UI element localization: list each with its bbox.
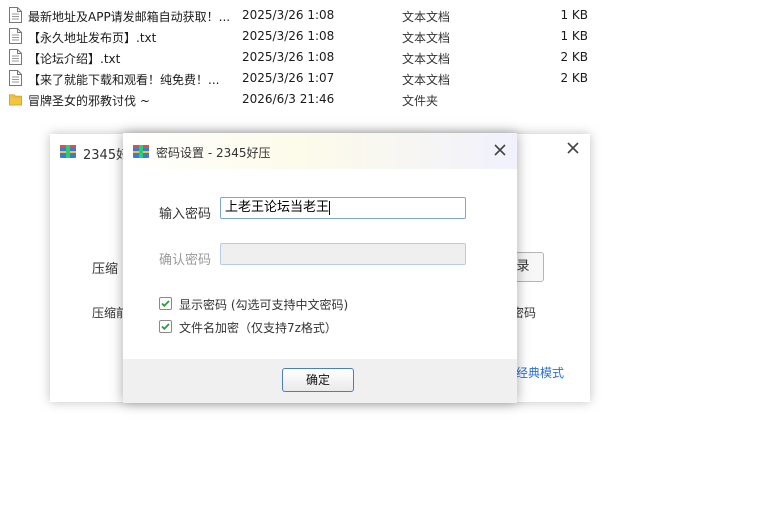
file-type: 文本文档 (402, 52, 451, 66)
file-type: 文本文档 (402, 31, 451, 45)
file-type: 文件夹 (402, 94, 439, 108)
app-logo-icon (133, 145, 149, 158)
dialog-title: 密码设置 - 2345好压 (156, 146, 271, 160)
file-row[interactable]: 最新地址及APP请发邮箱自动获取！... 2025/3/26 1:08 文本文档… (0, 5, 620, 26)
password-dialog: 密码设置 - 2345好压 输入密码 上老王论坛当老王 确认密码 显示密码 (勾… (123, 133, 517, 403)
classic-mode-link[interactable]: 经典模式 (516, 364, 564, 381)
file-name: 最新地址及APP请发邮箱自动获取！... (28, 10, 231, 24)
file-name: 【来了就能下载和观看！纯免费！... (28, 73, 220, 87)
show-password-checkbox[interactable] (159, 297, 172, 310)
app-logo-icon (60, 145, 76, 158)
password-label: 输入密码 (159, 207, 212, 222)
file-name: 冒牌圣女的邪教讨伐 ~ (28, 94, 150, 108)
check-icon (161, 300, 170, 308)
file-size: 1 KB (560, 8, 588, 22)
confirm-password-input[interactable] (220, 243, 466, 265)
text-file-icon (9, 7, 22, 23)
file-size: 2 KB (560, 71, 588, 85)
file-name: 【永久地址发布页】.txt (28, 31, 157, 45)
encrypt-filename-label: 文件名加密（仅支持7z格式） (179, 321, 337, 335)
ok-button[interactable]: 确定 (282, 368, 354, 392)
file-row[interactable]: 冒牌圣女的邪教讨伐 ~ 2026/6/3 21:46 文件夹 (0, 89, 620, 110)
file-row[interactable]: 【来了就能下载和观看！纯免费！... 2025/3/26 1:07 文本文档 2… (0, 68, 620, 89)
file-row[interactable]: 【论坛介绍】.txt 2025/3/26 1:08 文本文档 2 KB (0, 47, 620, 68)
close-icon[interactable] (491, 141, 509, 159)
text-file-icon (9, 49, 22, 65)
folder-icon (9, 94, 22, 106)
file-size: 1 KB (560, 29, 588, 43)
file-type: 文本文档 (402, 10, 451, 24)
password-input[interactable]: 上老王论坛当老王 (220, 197, 466, 219)
compress-label: 压缩 (92, 262, 119, 277)
show-password-label: 显示密码 (勾选可支持中文密码) (179, 298, 349, 312)
text-file-icon (9, 28, 22, 44)
password-value: 上老王论坛当老王 (225, 200, 330, 215)
check-icon (161, 323, 170, 331)
close-icon[interactable] (564, 139, 582, 157)
file-type: 文本文档 (402, 73, 451, 87)
text-caret (329, 200, 331, 215)
file-date: 2026/6/3 21:46 (242, 92, 335, 106)
file-date: 2025/3/26 1:08 (242, 29, 335, 43)
file-date: 2025/3/26 1:08 (242, 8, 335, 22)
file-date: 2025/3/26 1:07 (242, 71, 335, 85)
text-file-icon (9, 70, 22, 86)
file-date: 2025/3/26 1:08 (242, 50, 335, 64)
confirm-password-label: 确认密码 (159, 253, 212, 268)
file-size: 2 KB (560, 50, 588, 64)
file-row[interactable]: 【永久地址发布页】.txt 2025/3/26 1:08 文本文档 1 KB (0, 26, 620, 47)
file-name: 【论坛介绍】.txt (28, 52, 121, 66)
encrypt-filename-checkbox[interactable] (159, 320, 172, 333)
